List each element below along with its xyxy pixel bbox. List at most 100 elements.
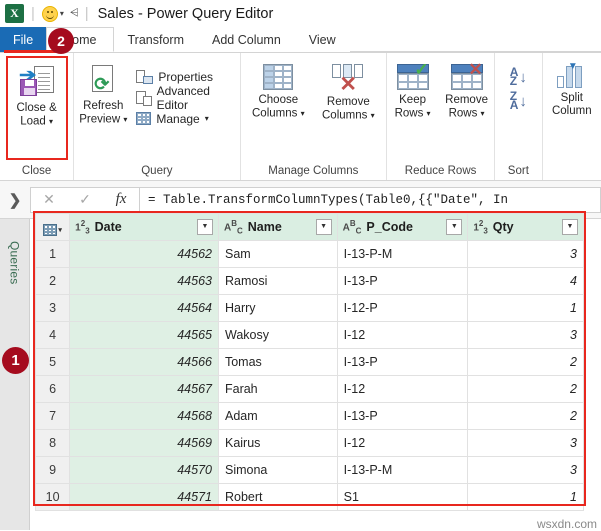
split-column-button[interactable]: ▼ Split Column: [543, 58, 601, 118]
cell-name[interactable]: Harry: [217, 294, 338, 322]
column-filter-button-qty[interactable]: ▼: [562, 218, 578, 235]
cell-date[interactable]: 44566: [69, 348, 219, 376]
cell-qty[interactable]: 1: [467, 294, 584, 322]
refresh-preview-button[interactable]: ⟳ Refresh Preview ▾: [74, 58, 132, 127]
cell-qty[interactable]: 2: [467, 375, 584, 403]
main-area: Queries 1 ▾ 123 Date ▼ ABC Name ▼ ABC P_…: [0, 211, 601, 531]
cell-date[interactable]: 44570: [69, 456, 219, 484]
column-header-pcode[interactable]: ABC P_Code ▼: [336, 213, 469, 241]
cell-pcode[interactable]: I-12: [336, 429, 469, 457]
grid-corner-button[interactable]: ▾: [34, 213, 71, 241]
cell-qty[interactable]: 3: [467, 321, 584, 349]
cell-date[interactable]: 44567: [69, 375, 219, 403]
titlebar-divider-2: |: [84, 5, 89, 22]
choose-columns-label-2: Columns: [252, 107, 298, 120]
qat-caret-icon[interactable]: ▾: [60, 9, 64, 18]
cell-name[interactable]: Sam: [217, 240, 338, 268]
smiley-icon[interactable]: [41, 5, 58, 22]
cell-pcode[interactable]: I-13-P: [336, 348, 469, 376]
cell-pcode[interactable]: S1: [336, 483, 469, 511]
table-row[interactable]: 1 44562 Sam I-13-P-M 3: [34, 240, 584, 268]
qat-overflow-icon[interactable]: ⩤: [70, 7, 79, 20]
cell-pcode[interactable]: I-12: [336, 375, 469, 403]
formula-cancel-icon[interactable]: ✕: [31, 191, 67, 208]
cell-date[interactable]: 44563: [69, 267, 219, 295]
cell-name[interactable]: Kairus: [217, 429, 338, 457]
remove-rows-button[interactable]: ✕ Remove Rows ▾: [439, 58, 495, 121]
cell-name[interactable]: Adam: [217, 402, 338, 430]
table-row[interactable]: 10 44571 Robert S1 1: [34, 483, 584, 511]
cell-name[interactable]: Farah: [217, 375, 338, 403]
choose-columns-button[interactable]: Choose Columns ▾: [243, 58, 313, 121]
cell-pcode[interactable]: I-12: [336, 321, 469, 349]
column-filter-button-pcode[interactable]: ▼: [446, 218, 463, 235]
cell-name[interactable]: Tomas: [217, 348, 338, 376]
cell-qty[interactable]: 3: [467, 429, 584, 457]
table-row[interactable]: 2 44563 Ramosi I-13-P 4: [34, 267, 584, 295]
manage-caret-icon[interactable]: ▾: [205, 114, 209, 123]
remove-rows-caret-icon[interactable]: ▾: [481, 109, 485, 118]
table-row[interactable]: 6 44567 Farah I-12 2: [34, 375, 584, 403]
column-header-date[interactable]: 123 Date ▼: [69, 213, 219, 241]
remove-columns-caret-icon[interactable]: ▾: [371, 111, 375, 120]
choose-columns-caret-icon[interactable]: ▾: [301, 109, 305, 118]
close-and-load-icon: ➔: [19, 64, 54, 98]
formula-accept-icon[interactable]: ✓: [67, 191, 103, 208]
sort-ascending-button[interactable]: A Z ↓: [510, 66, 527, 87]
sort-descending-button[interactable]: Z A ↓: [510, 90, 527, 111]
table-row[interactable]: 8 44569 Kairus I-12 3: [34, 429, 584, 457]
column-header-name[interactable]: ABC Name ▼: [217, 213, 338, 241]
column-filter-button-date[interactable]: ▼: [196, 218, 213, 235]
cell-date[interactable]: 44565: [69, 321, 219, 349]
tab-add-column[interactable]: Add Column: [198, 27, 295, 52]
cell-date[interactable]: 44562: [69, 240, 219, 268]
chevron-right-icon: ❯: [8, 191, 22, 209]
cell-qty[interactable]: 3: [467, 456, 584, 484]
cell-pcode[interactable]: I-12-P: [336, 294, 469, 322]
table-row[interactable]: 9 44570 Simona I-13-P-M 3: [34, 456, 584, 484]
cell-date[interactable]: 44568: [69, 402, 219, 430]
cell-pcode[interactable]: I-13-P: [336, 402, 469, 430]
cell-pcode[interactable]: I-13-P: [336, 267, 469, 295]
cell-qty[interactable]: 4: [467, 267, 584, 295]
manage-button[interactable]: Manage ▾: [132, 108, 239, 129]
close-and-load-button[interactable]: ➔ Close & Load ▾: [5, 58, 69, 129]
cell-name[interactable]: Wakosy: [217, 321, 338, 349]
close-and-load-caret-icon[interactable]: ▾: [49, 117, 53, 126]
cell-date[interactable]: 44571: [69, 483, 219, 511]
refresh-preview-caret-icon[interactable]: ▾: [123, 115, 127, 124]
keep-rows-button[interactable]: ✓ Keep Rows ▾: [387, 58, 439, 121]
row-number: 1: [34, 240, 71, 268]
row-number: 3: [34, 294, 71, 322]
column-filter-button-name[interactable]: ▼: [315, 218, 332, 235]
column-header-qty[interactable]: 123 Qty ▼: [467, 213, 584, 241]
table-row[interactable]: 7 44568 Adam I-13-P 2: [34, 402, 584, 430]
remove-columns-button[interactable]: ✕ Remove Columns ▾: [313, 58, 383, 123]
table-row[interactable]: 5 44566 Tomas I-13-P 2: [34, 348, 584, 376]
cell-qty[interactable]: 3: [467, 240, 584, 268]
row-number: 8: [34, 429, 71, 457]
cell-name[interactable]: Robert: [217, 483, 338, 511]
cell-qty[interactable]: 2: [467, 348, 584, 376]
fx-icon[interactable]: fx: [103, 191, 139, 208]
queries-expand-button[interactable]: ❯: [0, 191, 30, 209]
cell-date[interactable]: 44564: [69, 294, 219, 322]
tab-transform[interactable]: Transform: [114, 27, 199, 52]
cell-date[interactable]: 44569: [69, 429, 219, 457]
tab-view[interactable]: View: [295, 27, 350, 52]
table-row[interactable]: 3 44564 Harry I-12-P 1: [34, 294, 584, 322]
cell-name[interactable]: Simona: [217, 456, 338, 484]
advanced-editor-button[interactable]: Advanced Editor: [132, 84, 239, 112]
tab-file[interactable]: File: [0, 27, 47, 52]
cell-pcode[interactable]: I-13-P-M: [336, 240, 469, 268]
column-type-icon-date: 123: [75, 218, 90, 236]
keep-rows-caret-icon[interactable]: ▾: [427, 109, 431, 118]
cell-pcode[interactable]: I-13-P-M: [336, 456, 469, 484]
cell-qty[interactable]: 2: [467, 402, 584, 430]
formula-input[interactable]: = Table.TransformColumnTypes(Table0,{{"D…: [139, 186, 601, 213]
table-row[interactable]: 4 44565 Wakosy I-12 3: [34, 321, 584, 349]
sort-ascending-icon: A Z: [510, 66, 519, 87]
queries-pane[interactable]: Queries 1: [0, 219, 30, 530]
cell-qty[interactable]: 1: [467, 483, 584, 511]
cell-name[interactable]: Ramosi: [217, 267, 338, 295]
